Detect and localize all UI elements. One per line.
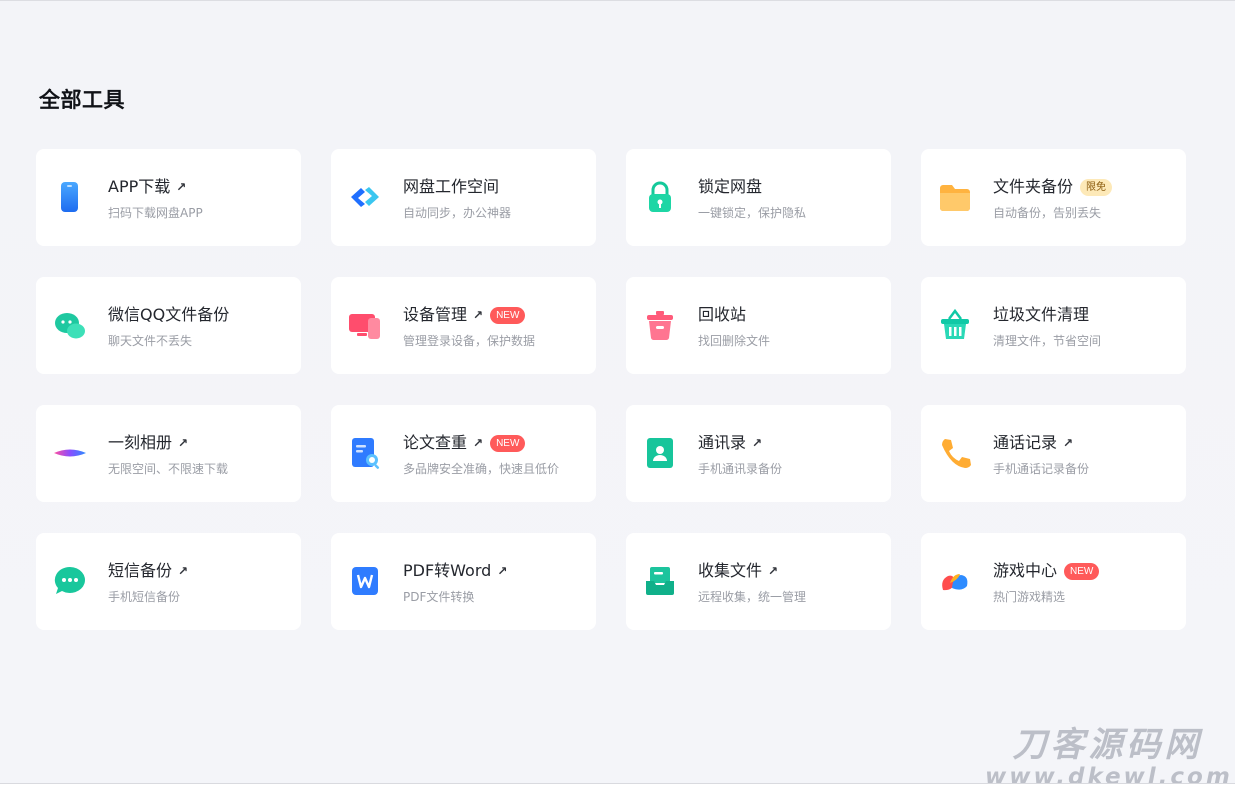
external-arrow-icon: ↗ bbox=[497, 564, 508, 578]
page-title: 全部工具 bbox=[39, 88, 125, 112]
tool-subtitle: 无限空间、不限速下载 bbox=[108, 462, 229, 476]
tool-card-recycle-bin[interactable]: 回收站 找回删除文件 bbox=[626, 277, 891, 374]
tool-subtitle: 多品牌安全准确，快速且低价 bbox=[403, 462, 560, 476]
tool-subtitle: 一键锁定，保护隐私 bbox=[698, 206, 807, 220]
tool-title: 一刻相册 bbox=[108, 433, 173, 452]
tool-title: 锁定网盘 bbox=[698, 177, 763, 196]
tool-subtitle: 扫码下载网盘APP bbox=[108, 206, 203, 220]
external-arrow-icon: ↗ bbox=[752, 436, 763, 450]
external-arrow-icon: ↗ bbox=[473, 436, 484, 450]
tool-title: PDF转Word bbox=[403, 561, 492, 580]
chat-bubbles-icon bbox=[52, 307, 88, 343]
contacts-icon bbox=[642, 435, 678, 471]
tool-subtitle: 聊天文件不丢失 bbox=[108, 334, 193, 348]
sms-icon bbox=[52, 563, 88, 599]
external-arrow-icon: ↗ bbox=[178, 436, 189, 450]
tool-subtitle: 手机通讯录备份 bbox=[698, 462, 783, 476]
tool-title: 收集文件 bbox=[698, 561, 763, 580]
tool-card-collect-files[interactable]: 收集文件 ↗ 远程收集，统一管理 bbox=[626, 533, 891, 630]
tool-title: 论文查重 bbox=[403, 433, 468, 452]
document-search-icon bbox=[347, 435, 383, 471]
workspace-icon bbox=[347, 179, 383, 215]
tool-subtitle: 远程收集，统一管理 bbox=[698, 590, 807, 604]
devices-icon bbox=[347, 307, 383, 343]
external-arrow-icon: ↗ bbox=[1063, 436, 1074, 450]
trash-icon bbox=[642, 307, 678, 343]
tool-card-sms-backup[interactable]: 短信备份 ↗ 手机短信备份 bbox=[36, 533, 301, 630]
new-badge: NEW bbox=[490, 306, 526, 324]
tool-card-contacts[interactable]: 通讯录 ↗ 手机通讯录备份 bbox=[626, 405, 891, 502]
tool-title: 设备管理 bbox=[403, 305, 468, 324]
new-badge: NEW bbox=[1064, 562, 1100, 580]
tool-title: 网盘工作空间 bbox=[403, 177, 500, 196]
tool-card-junk-cleanup[interactable]: 垃圾文件清理 清理文件，节省空间 bbox=[921, 277, 1186, 374]
external-arrow-icon: ↗ bbox=[178, 564, 189, 578]
tool-card-thesis-check[interactable]: 论文查重 ↗ NEW 多品牌安全准确，快速且低价 bbox=[331, 405, 596, 502]
tool-card-lock-drive[interactable]: 锁定网盘 一键锁定，保护隐私 bbox=[626, 149, 891, 246]
top-border bbox=[0, 0, 1235, 1]
folder-icon bbox=[937, 179, 973, 215]
new-badge: NEW bbox=[490, 434, 526, 452]
tool-card-folder-backup[interactable]: 文件夹备份 限免 自动备份，告别丢失 bbox=[921, 149, 1186, 246]
bottom-bar bbox=[0, 783, 1235, 795]
tool-card-game-center[interactable]: 游戏中心 NEW 热门游戏精选 bbox=[921, 533, 1186, 630]
tool-subtitle: 自动同步，办公神器 bbox=[403, 206, 512, 220]
tool-title: 短信备份 bbox=[108, 561, 173, 580]
external-arrow-icon: ↗ bbox=[473, 308, 484, 322]
phone-icon bbox=[52, 179, 88, 215]
tool-card-app-download[interactable]: APP下载 ↗ 扫码下载网盘APP bbox=[36, 149, 301, 246]
tool-subtitle: 找回删除文件 bbox=[698, 334, 771, 348]
tool-title: 文件夹备份 bbox=[993, 177, 1074, 196]
tool-card-workspace[interactable]: 网盘工作空间 自动同步，办公神器 bbox=[331, 149, 596, 246]
tool-subtitle: 管理登录设备，保护数据 bbox=[403, 334, 536, 348]
tool-title: 垃圾文件清理 bbox=[993, 305, 1090, 324]
tool-subtitle: 自动备份，告别丢失 bbox=[993, 206, 1102, 220]
external-arrow-icon: ↗ bbox=[176, 180, 187, 194]
album-icon bbox=[52, 435, 88, 471]
inbox-icon bbox=[642, 563, 678, 599]
phone-call-icon bbox=[937, 435, 973, 471]
tool-title: 通话记录 bbox=[993, 433, 1058, 452]
basket-icon bbox=[937, 307, 973, 343]
watermark: 刀客源码网 www.dkewl.com bbox=[985, 726, 1230, 790]
tool-card-call-log[interactable]: 通话记录 ↗ 手机通话记录备份 bbox=[921, 405, 1186, 502]
tool-subtitle: 手机短信备份 bbox=[108, 590, 181, 604]
tool-card-moment-album[interactable]: 一刻相册 ↗ 无限空间、不限速下载 bbox=[36, 405, 301, 502]
tool-subtitle: 热门游戏精选 bbox=[993, 590, 1066, 604]
tool-card-pdf-to-word[interactable]: PDF转Word ↗ PDF文件转换 bbox=[331, 533, 596, 630]
tool-title: 微信QQ文件备份 bbox=[108, 305, 230, 324]
tool-subtitle: 手机通话记录备份 bbox=[993, 462, 1090, 476]
tool-card-wechat-qq-backup[interactable]: 微信QQ文件备份 聊天文件不丢失 bbox=[36, 277, 301, 374]
free-badge: 限免 bbox=[1080, 178, 1113, 196]
tool-title: 游戏中心 bbox=[993, 561, 1058, 580]
word-icon bbox=[347, 563, 383, 599]
external-arrow-icon: ↗ bbox=[768, 564, 779, 578]
game-icon bbox=[937, 563, 973, 599]
tools-grid: APP下载 ↗ 扫码下载网盘APP 网盘工作空间 自动同步，办公神器 锁定网盘 … bbox=[36, 149, 1186, 630]
lock-icon bbox=[642, 179, 678, 215]
tool-card-device-management[interactable]: 设备管理 ↗ NEW 管理登录设备，保护数据 bbox=[331, 277, 596, 374]
tool-subtitle: 清理文件，节省空间 bbox=[993, 334, 1102, 348]
tool-title: 通讯录 bbox=[698, 433, 747, 452]
tool-subtitle: PDF文件转换 bbox=[403, 590, 475, 604]
watermark-line-1: 刀客源码网 bbox=[1012, 725, 1203, 765]
tool-title: APP下载 bbox=[108, 177, 171, 196]
tool-title: 回收站 bbox=[698, 305, 747, 324]
